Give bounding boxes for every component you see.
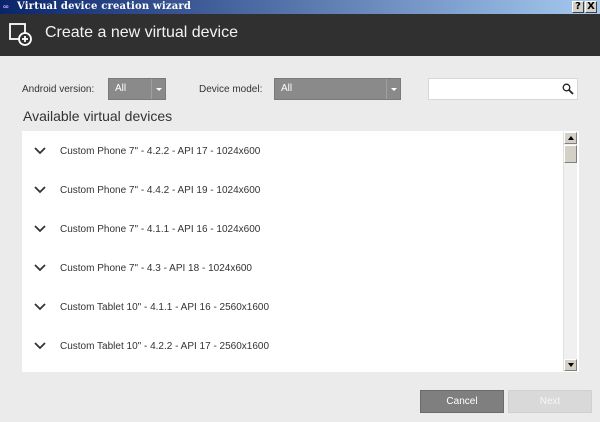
help-button[interactable]: ? [572,1,584,13]
list-item[interactable]: Custom Phone 7" - 4.3 - API 18 - 1024x60… [22,250,562,288]
chevron-down-icon[interactable] [34,264,46,272]
scroll-down-button[interactable] [564,359,577,371]
scroll-up-button[interactable] [564,132,577,144]
close-button[interactable]: X [585,1,597,13]
list-item-label: Custom Phone 7" - 4.4.2 - API 19 - 1024x… [60,185,261,196]
list-item[interactable]: Custom Phone 7" - 4.4.2 - API 19 - 1024x… [22,172,562,210]
list-item[interactable]: Custom Tablet 10" - 4.2.2 - API 17 - 256… [22,328,562,366]
list-item[interactable]: Custom Phone 7" - 4.1.1 - API 16 - 1024x… [22,211,562,249]
android-version-value: All [115,83,127,94]
list-item[interactable]: Custom Tablet 10" - 4.1.1 - API 16 - 256… [22,289,562,327]
window-title: Virtual device creation wizard [17,1,192,12]
page-title: Create a new virtual device [45,24,238,41]
list-item[interactable]: Custom Phone 7" - 4.2.2 - API 17 - 1024x… [22,133,562,171]
next-button[interactable]: Next [508,390,592,413]
device-model-dropdown[interactable]: All [274,78,401,100]
list-item-label: Custom Phone 7" - 4.3 - API 18 - 1024x60… [60,263,252,274]
list-item-label: Custom Phone 7" - 4.1.1 - API 16 - 1024x… [60,224,261,235]
wizard-header: Create a new virtual device [0,14,600,56]
app-icon: ∞ [3,2,9,11]
chevron-down-icon[interactable] [34,342,46,350]
scroll-thumb[interactable] [564,145,577,163]
device-model-label: Device model: [199,84,263,95]
cancel-button[interactable]: Cancel [420,390,504,413]
search-input[interactable] [428,78,578,100]
device-model-value: All [281,83,293,94]
chevron-down-icon [151,79,165,99]
android-version-dropdown[interactable]: All [108,78,166,100]
chevron-down-icon[interactable] [34,303,46,311]
device-list: Custom Phone 7" - 4.2.2 - API 17 - 1024x… [22,131,579,372]
list-item-label: Custom Tablet 10" - 4.1.1 - API 16 - 256… [60,302,270,313]
list-item-label: Custom Tablet 10" - 4.2.2 - API 17 - 256… [60,341,270,352]
list-scrollbar[interactable] [563,132,577,371]
add-device-icon [9,23,32,46]
window-titlebar: ∞ Virtual device creation wizard ? X [0,0,600,14]
section-title: Available virtual devices [23,108,173,124]
list-item-label: Custom Phone 7" - 4.2.2 - API 17 - 1024x… [60,146,261,157]
search-icon[interactable] [562,83,574,95]
chevron-down-icon[interactable] [34,147,46,155]
chevron-down-icon [386,79,400,99]
chevron-down-icon[interactable] [34,225,46,233]
chevron-down-icon[interactable] [34,186,46,194]
android-version-label: Android version: [22,84,95,95]
